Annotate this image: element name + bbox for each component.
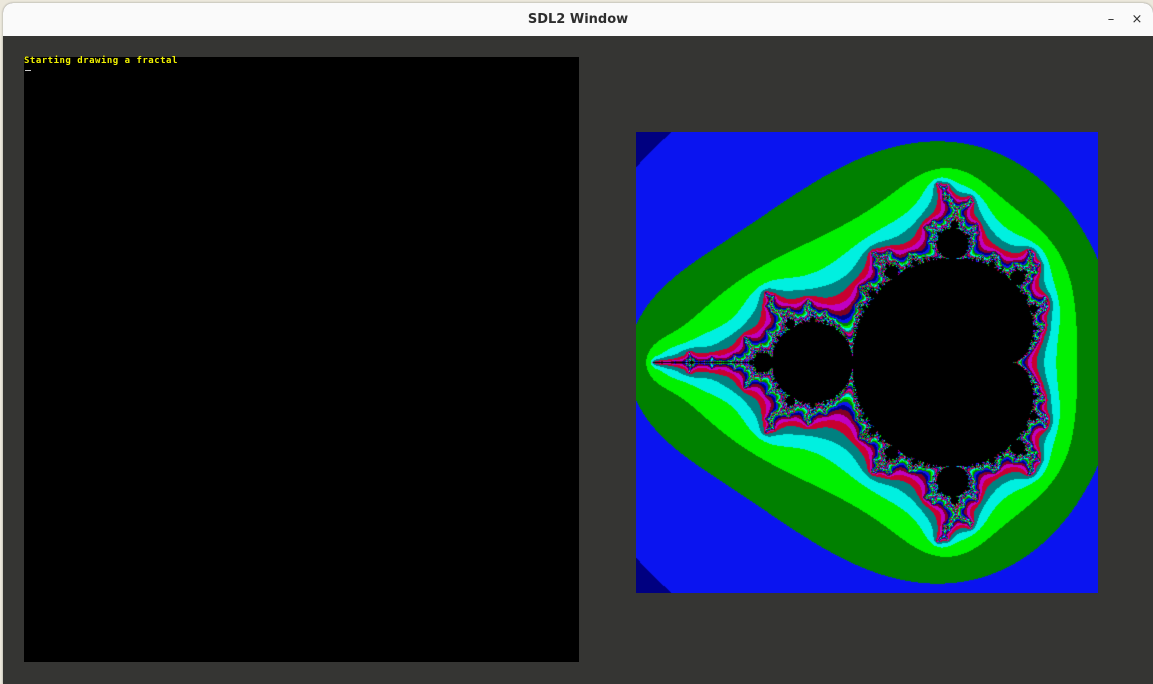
sdl2-window[interactable]: SDL2 Window – × Starting drawing a fract… [3,3,1153,684]
desktop-background: SDL2 Window – × Starting drawing a fract… [0,0,1153,684]
window-titlebar[interactable]: SDL2 Window – × [3,3,1153,37]
console-status-text: Starting drawing a fractal [24,56,178,66]
window-title: SDL2 Window [527,12,629,27]
mandelbrot-fractal-canvas [636,132,1098,593]
text-console-panel: Starting drawing a fractal [24,57,579,662]
window-content: Starting drawing a fractal [3,36,1153,684]
minimize-button[interactable]: – [1101,10,1121,30]
console-cursor [25,70,31,71]
close-button[interactable]: × [1127,10,1147,30]
